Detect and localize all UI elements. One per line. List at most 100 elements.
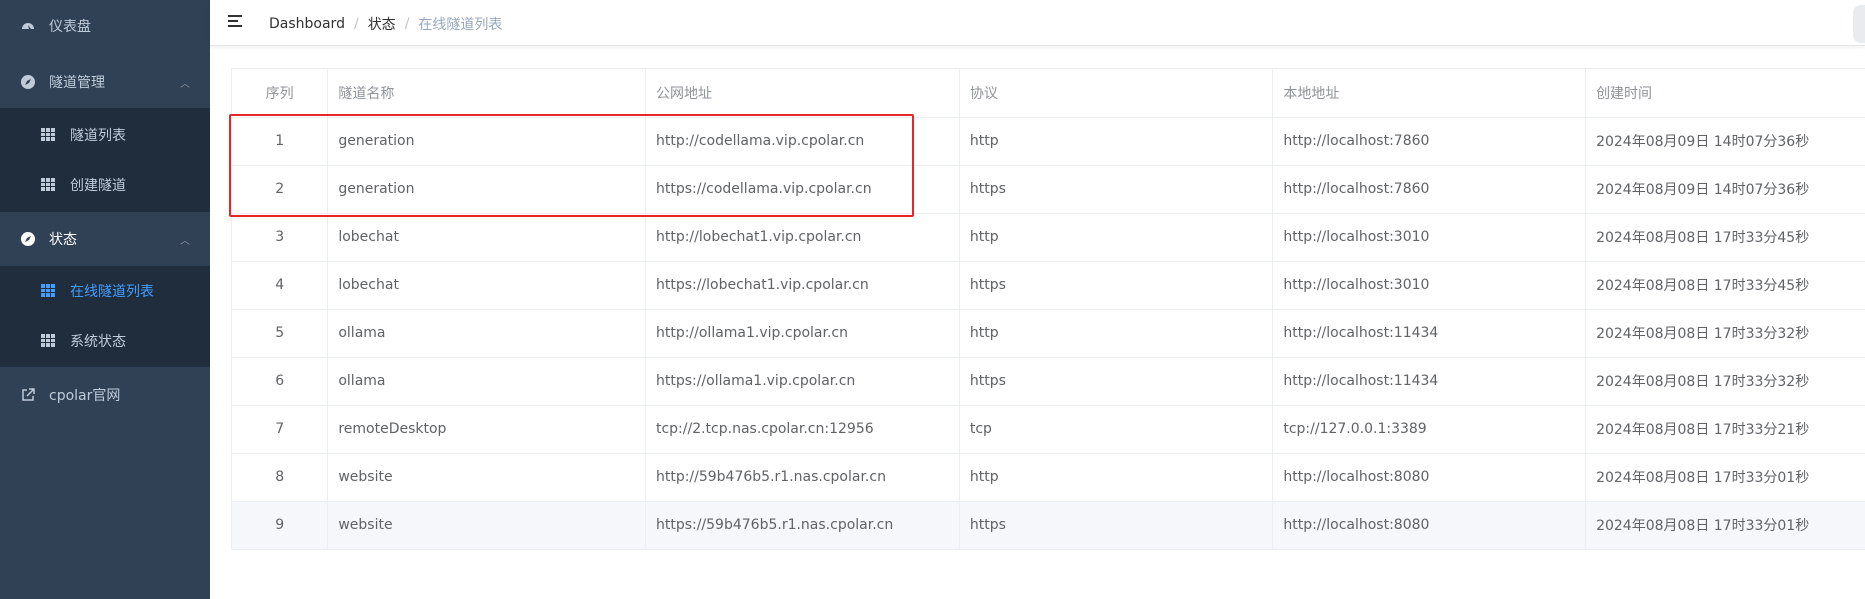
sidebar-item-tunnel-management[interactable]: 隧道管理 ︿ [0,56,210,108]
table-row[interactable]: 4 lobechat https://lobechat1.vip.cpolar.cn… [232,261,1865,310]
column-header-local-address: 本地地址 [1272,69,1587,118]
cell-local-address: http://localhost:3010 [1272,261,1587,310]
cell-tunnel-name: website [327,453,646,502]
cell-protocol: http [959,213,1274,262]
column-header-protocol: 协议 [959,69,1274,118]
cell-protocol: https [959,165,1274,214]
sidebar-item-label: 隧道列表 [70,128,126,144]
sidebar-item-create-tunnel[interactable]: 创建隧道 [0,160,210,210]
cell-public-url: http://lobechat1.vip.cpolar.cn [645,213,960,262]
tunnel-table: 序列 隧道名称 公网地址 协议 本地地址 创建时间 1 generation htt… [231,68,1865,550]
navbar: Dashboard / 状态 / 在线隧道列表 [210,0,1865,46]
breadcrumb-separator: / [404,16,410,32]
cell-created-time: 2024年08月08日 17时33分32秒 [1585,357,1865,406]
cell-local-address: http://localhost:7860 [1272,165,1587,214]
sidebar-item-online-tunnels[interactable]: 在线隧道列表 [0,266,210,316]
cell-public-url: http://codellama.vip.cpolar.cn [645,117,960,166]
compass-icon [20,74,36,90]
table-row[interactable]: 8 website http://59b476b5.r1.nas.cpolar.cn… [232,453,1865,502]
table-row[interactable]: 6 ollama https://ollama1.vip.cpolar.cn http… [232,357,1865,406]
cell-tunnel-name: generation [327,165,646,214]
sidebar-item-label: 系统状态 [70,334,126,350]
cell-public-url: https://59b476b5.r1.nas.cpolar.cn [645,501,960,550]
cell-public-url: https://lobechat1.vip.cpolar.cn [645,261,960,310]
cell-protocol: http [959,117,1274,166]
cell-local-address: http://localhost:11434 [1272,357,1587,406]
cell-public-url: http://59b476b5.r1.nas.cpolar.cn [645,453,960,502]
breadcrumb-current: 在线隧道列表 [418,17,503,33]
sidebar-item-label: 状态 [49,232,77,248]
cell-index: 5 [232,309,329,358]
table-row[interactable]: 7 remoteDesktop tcp://2.tcp.nas.cpolar.cn:… [232,405,1865,454]
cell-protocol: https [959,261,1274,310]
cell-index: 8 [232,453,329,502]
table-row[interactable]: 1 generation http://codellama.vip.cpolar.c… [232,117,1865,166]
sidebar-item-status[interactable]: 状态 ︿ [0,213,210,265]
cell-index: 3 [232,213,329,262]
table-row[interactable]: 2 generation https://codellama.vip.cpolar.… [232,165,1865,214]
cell-local-address: http://localhost:8080 [1272,501,1587,550]
cell-created-time: 2024年08月08日 17时33分32秒 [1585,309,1865,358]
sidebar-item-system-status[interactable]: 系统状态 [0,316,210,366]
table-row[interactable]: 3 lobechat http://lobechat1.vip.cpolar.cn h… [232,213,1865,262]
table-icon [41,334,55,348]
sidebar-item-dashboard[interactable]: 仪表盘 [0,0,210,52]
sidebar-item-cpolar-site[interactable]: cpolar官网 [0,369,210,421]
cell-public-url: https://codellama.vip.cpolar.cn [645,165,960,214]
cell-local-address: http://localhost:11434 [1272,309,1587,358]
cell-index: 7 [232,405,329,454]
cell-created-time: 2024年08月09日 14时07分36秒 [1585,117,1865,166]
cell-created-time: 2024年08月08日 17时33分21秒 [1585,405,1865,454]
chevron-up-icon: ︿ [180,78,190,90]
cell-index: 9 [232,501,329,550]
table-icon [41,284,55,298]
cell-index: 4 [232,261,329,310]
cell-protocol: http [959,453,1274,502]
dashboard-icon [20,18,36,34]
sidebar: 仪表盘 隧道管理 ︿ 隧道列表 创建隧道 状态 ︿ 在线隧道列表 系统状态 cp [0,0,210,599]
cell-tunnel-name: website [327,501,646,550]
cell-local-address: http://localhost:3010 [1272,213,1587,262]
sidebar-item-label: 创建隧道 [70,178,126,194]
cell-tunnel-name: generation [327,117,646,166]
column-header-index: 序列 [232,69,329,118]
sidebar-item-tunnel-list[interactable]: 隧道列表 [0,110,210,160]
breadcrumb-dashboard[interactable]: Dashboard [269,16,345,32]
cell-created-time: 2024年08月08日 17时33分01秒 [1585,501,1865,550]
cell-local-address: http://localhost:8080 [1272,453,1587,502]
cell-protocol: https [959,501,1274,550]
cell-local-address: tcp://127.0.0.1:3389 [1272,405,1587,454]
cell-tunnel-name: lobechat [327,261,646,310]
table-icon [41,128,55,142]
breadcrumb-status: 状态 [367,17,396,33]
cell-tunnel-name: ollama [327,357,646,406]
cell-public-url: http://ollama1.vip.cpolar.cn [645,309,960,358]
cell-created-time: 2024年08月08日 17时33分45秒 [1585,213,1865,262]
column-header-name: 隧道名称 [327,69,646,118]
sidebar-item-label: 在线隧道列表 [70,284,154,300]
breadcrumb-separator: / [353,16,359,32]
compass-icon [20,231,36,247]
table-icon [41,178,55,192]
cell-public-url: tcp://2.tcp.nas.cpolar.cn:12956 [645,405,960,454]
table-row[interactable]: 9 website https://59b476b5.r1.nas.cpolar.c… [232,501,1865,550]
column-header-created-time: 创建时间 [1585,69,1865,118]
chevron-up-icon: ︿ [180,235,190,247]
external-link-icon [20,387,36,403]
cell-tunnel-name: ollama [327,309,646,358]
cell-tunnel-name: lobechat [327,213,646,262]
cell-tunnel-name: remoteDesktop [327,405,646,454]
column-header-public-url: 公网地址 [645,69,960,118]
cell-index: 6 [232,357,329,406]
hamburger-icon[interactable] [228,14,244,28]
cell-created-time: 2024年08月08日 17时33分01秒 [1585,453,1865,502]
sidebar-item-label: 隧道管理 [49,75,105,91]
cell-local-address: http://localhost:7860 [1272,117,1587,166]
cell-created-time: 2024年08月09日 14时07分36秒 [1585,165,1865,214]
table-row[interactable]: 5 ollama http://ollama1.vip.cpolar.cn http h… [232,309,1865,358]
cell-protocol: https [959,357,1274,406]
cell-public-url: https://ollama1.vip.cpolar.cn [645,357,960,406]
avatar[interactable] [1853,5,1865,43]
sidebar-item-label: 仪表盘 [49,19,91,35]
sidebar-item-label: cpolar官网 [49,388,121,404]
